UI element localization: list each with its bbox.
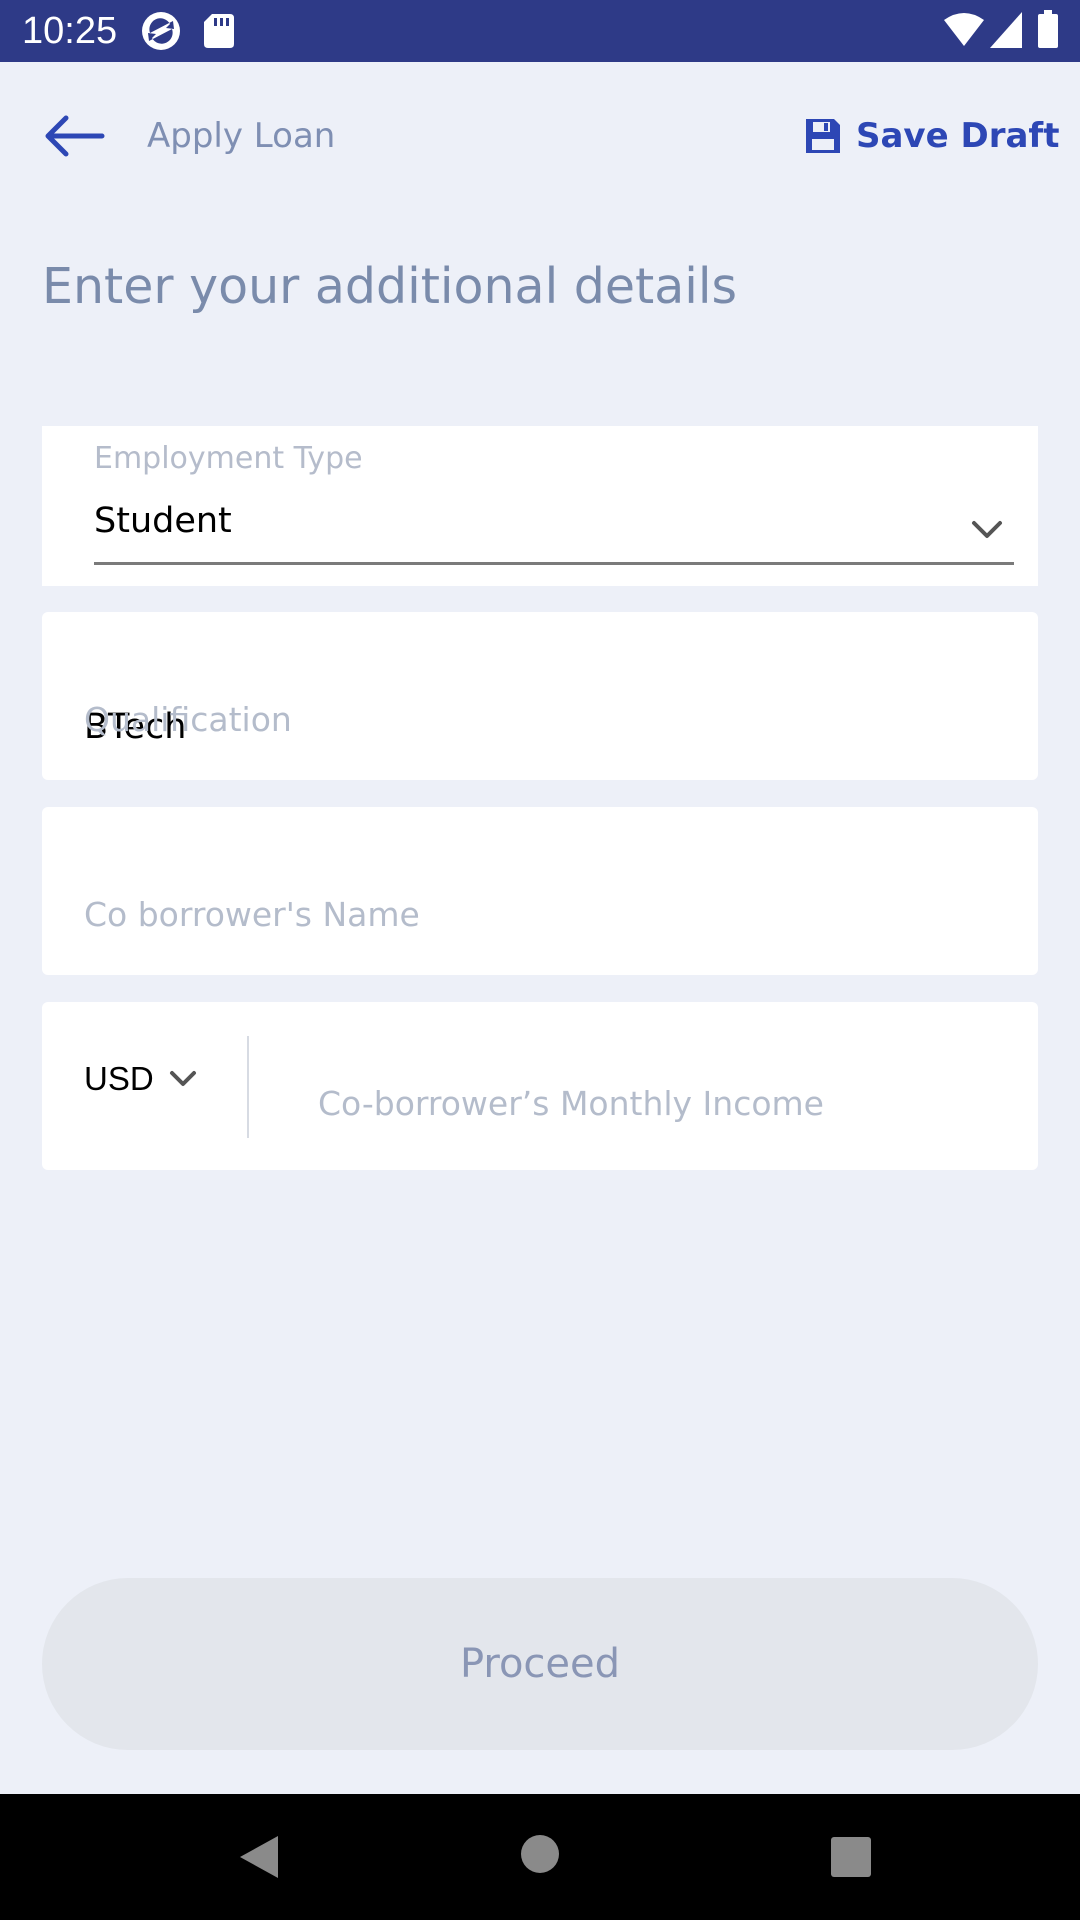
system-nav-bar	[0, 1794, 1080, 1920]
employment-type-label: Employment Type	[94, 441, 363, 476]
chevron-down-icon	[972, 521, 1002, 538]
co-borrower-name-placeholder: Co borrower's Name	[84, 895, 420, 934]
employment-type-dropdown[interactable]: Employment Type Student	[42, 426, 1038, 586]
status-bar: 10:25	[0, 0, 1080, 62]
nav-recents-icon[interactable]	[830, 1836, 872, 1878]
co-borrower-name-field[interactable]: Co borrower's Name	[42, 807, 1038, 975]
employment-type-value: Student	[94, 501, 232, 541]
signal-icon	[990, 12, 1022, 48]
co-borrower-income-card: USD Co-borrower’s Monthly Income	[42, 1002, 1038, 1170]
save-draft-button[interactable]: Save Draft	[804, 108, 1059, 164]
sd-card-icon	[204, 14, 234, 48]
nav-back-icon[interactable]	[238, 1834, 284, 1880]
battery-icon	[1038, 10, 1058, 48]
co-borrower-income-input[interactable]: Co-borrower’s Monthly Income	[318, 1084, 824, 1123]
page-heading: Enter your additional details	[42, 258, 738, 315]
wifi-icon	[944, 13, 984, 46]
arrow-left-icon	[45, 115, 105, 157]
sync-app-icon	[142, 12, 180, 50]
save-draft-label: Save Draft	[856, 116, 1060, 156]
currency-selector[interactable]: USD	[84, 1060, 198, 1098]
qualification-field[interactable]: BTech Qualification	[42, 612, 1038, 780]
nav-home-icon[interactable]	[520, 1834, 560, 1874]
screen-title: Apply Loan	[147, 116, 336, 156]
back-button[interactable]	[40, 108, 110, 164]
chevron-down-icon	[169, 1071, 196, 1086]
proceed-button[interactable]: Proceed	[42, 1578, 1038, 1750]
qualification-placeholder: Qualification	[84, 700, 292, 739]
currency-divider	[247, 1036, 249, 1138]
save-icon	[806, 119, 840, 153]
employment-type-underline	[94, 562, 1014, 565]
currency-value: USD	[84, 1060, 154, 1097]
status-time: 10:25	[22, 10, 118, 52]
